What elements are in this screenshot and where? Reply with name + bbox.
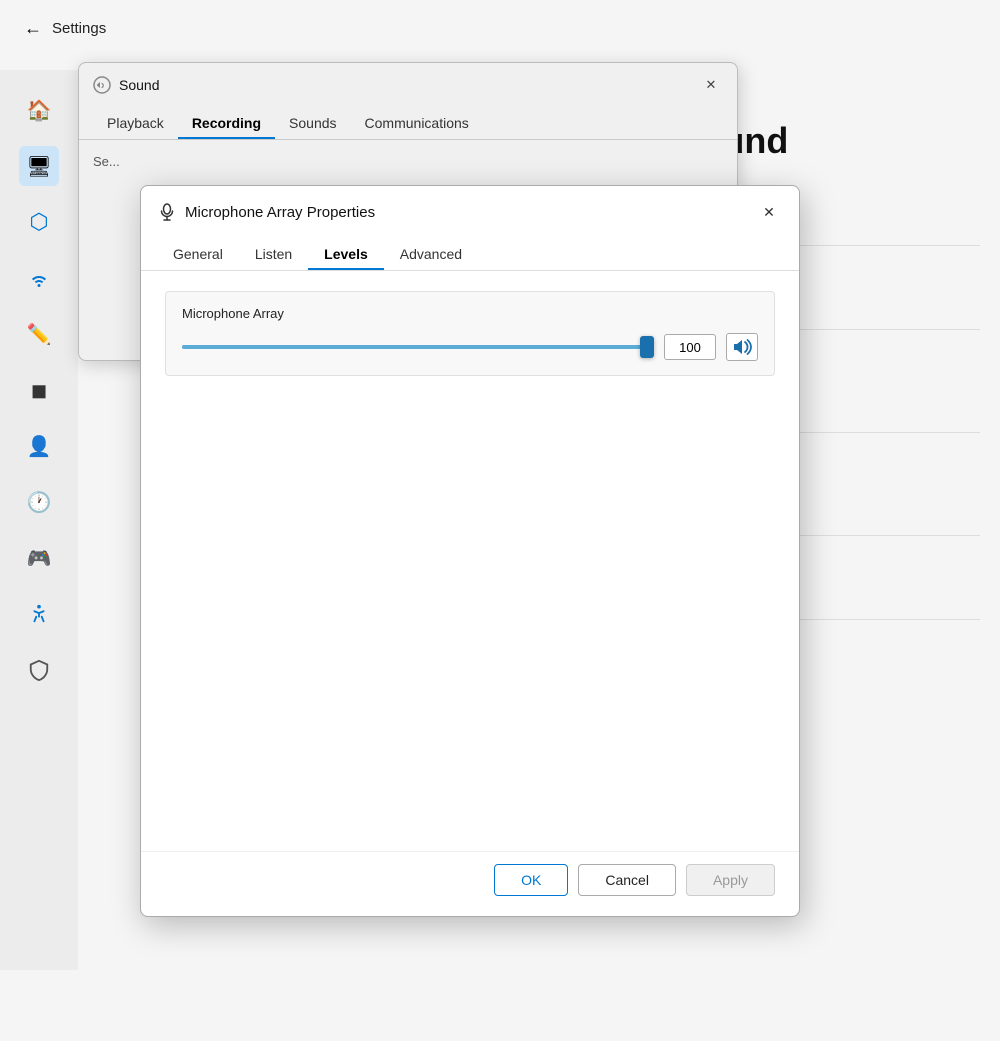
display-icon[interactable]: 🖥 [19, 146, 59, 186]
sound-dialog-sel-label: Se... [93, 154, 723, 169]
mic-level-row: 100 [182, 333, 758, 361]
mic-dialog-titlebar: Microphone Array Properties ✕ [141, 186, 799, 226]
slider-track [182, 345, 654, 349]
mic-dialog-close-button[interactable]: ✕ [755, 198, 783, 226]
sound-dialog-icon [93, 76, 111, 94]
sound-dialog-title-text: Sound [119, 77, 159, 93]
sound-dialog-close-button[interactable]: ✕ [699, 73, 723, 97]
mic-mute-button[interactable] [726, 333, 758, 361]
tab-recording[interactable]: Recording [178, 109, 275, 139]
mic-level-value[interactable]: 100 [664, 334, 716, 360]
cancel-button[interactable]: Cancel [578, 864, 676, 896]
tab-sounds[interactable]: Sounds [275, 109, 350, 139]
sound-dialog-title: Sound [93, 76, 159, 94]
speaker-icon [731, 337, 753, 357]
apps-icon[interactable]: ◼ [19, 370, 59, 410]
mic-dialog-title-text: Microphone Array Properties [185, 204, 375, 221]
mic-tab-levels[interactable]: Levels [308, 240, 384, 270]
sound-dialog-titlebar: Sound ✕ [79, 63, 737, 97]
mic-volume-slider[interactable] [182, 333, 654, 361]
game-icon[interactable]: 🎮 [19, 538, 59, 578]
pen-icon[interactable]: ✏️ [19, 314, 59, 354]
mic-tab-listen[interactable]: Listen [239, 240, 308, 270]
mic-dialog-icon [157, 202, 177, 222]
mic-dialog-body: Microphone Array 100 [141, 271, 799, 851]
accessibility-icon[interactable] [19, 594, 59, 634]
slider-filled [182, 345, 654, 349]
tab-playback[interactable]: Playback [93, 109, 178, 139]
bluetooth-icon[interactable]: ⬡ [19, 202, 59, 242]
wifi-icon[interactable] [19, 258, 59, 298]
privacy-icon[interactable] [19, 650, 59, 690]
sidebar: 🏠 🖥 ⬡ ✏️ ◼ 👤 🕐 🎮 [0, 70, 78, 970]
mic-tab-general[interactable]: General [157, 240, 239, 270]
mic-tab-advanced[interactable]: Advanced [384, 240, 478, 270]
mic-level-label: Microphone Array [182, 306, 758, 321]
time-icon[interactable]: 🕐 [19, 482, 59, 522]
slider-thumb[interactable] [640, 336, 654, 358]
settings-title: Settings [52, 20, 106, 37]
person-icon[interactable]: 👤 [19, 426, 59, 466]
mic-dialog-footer: OK Cancel Apply [141, 851, 799, 916]
back-arrow-icon[interactable]: ← [24, 18, 42, 39]
home-icon[interactable]: 🏠 [19, 90, 59, 130]
ok-button[interactable]: OK [494, 864, 568, 896]
apply-button[interactable]: Apply [686, 864, 775, 896]
tab-communications[interactable]: Communications [351, 109, 483, 139]
mic-dialog-title: Microphone Array Properties [157, 202, 375, 222]
settings-header: ← Settings [0, 0, 1000, 57]
mic-level-section: Microphone Array 100 [165, 291, 775, 376]
mic-properties-dialog: Microphone Array Properties ✕ General Li… [140, 185, 800, 917]
mic-dialog-tabs: General Listen Levels Advanced [141, 234, 799, 271]
sound-dialog-tabs: Playback Recording Sounds Communications [79, 103, 737, 140]
